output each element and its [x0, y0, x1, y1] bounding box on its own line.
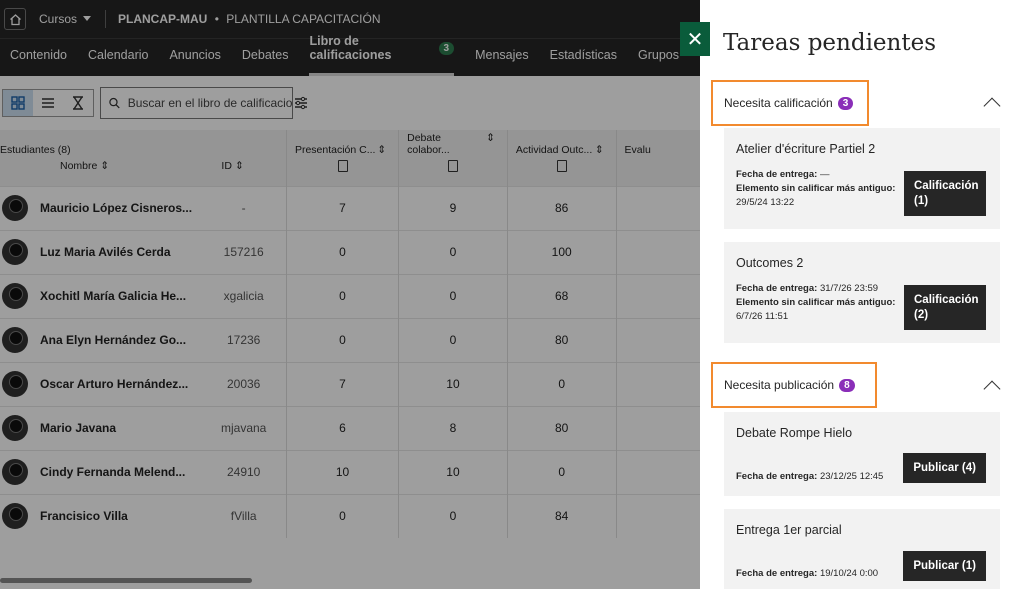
card-title: Entrega 1er parcial — [736, 523, 842, 537]
post-button[interactable]: Publicar (1) — [903, 551, 986, 581]
card-title: Atelier d'écriture Partiel 2 — [736, 142, 876, 156]
chevron-up-icon[interactable] — [983, 380, 1001, 398]
due-label: Fecha de entrega: — [736, 471, 818, 482]
due-date: — — [819, 169, 830, 180]
grade-button[interactable]: Calificación (1) — [904, 171, 986, 216]
oldest-label: Elemento sin calificar más antiguo: — [736, 183, 896, 194]
posting-card-1: Debate Rompe Hielo Fecha de entrega: 23/… — [724, 412, 1000, 496]
oldest-label: Elemento sin calificar más antiguo: — [736, 297, 896, 308]
close-panel-button[interactable]: ✕ — [680, 22, 710, 56]
grading-card-2: Outcomes 2 Fecha de entrega: 31/7/26 23:… — [724, 242, 1000, 343]
card-title: Debate Rompe Hielo — [736, 426, 853, 440]
needs-grading-section-header[interactable]: Necesita calificación 3 — [711, 80, 869, 126]
due-date: 31/7/26 23:59 — [819, 283, 879, 294]
needs-posting-section-header[interactable]: Necesita publicación 8 — [711, 362, 877, 408]
section-label: Necesita publicación — [724, 378, 835, 392]
section-label: Necesita calificación — [724, 96, 833, 110]
due-date: 23/12/25 12:45 — [819, 471, 884, 482]
posting-card-2: Entrega 1er parcial Fecha de entrega: 19… — [724, 509, 1000, 589]
card-title: Outcomes 2 — [736, 256, 804, 270]
pending-tasks-panel: Tareas pendientes Necesita calificación … — [700, 0, 1024, 589]
count-badge: 8 — [839, 378, 855, 392]
count-badge: 3 — [837, 96, 854, 110]
modal-overlay[interactable] — [0, 0, 700, 589]
due-date: 19/10/24 0:00 — [819, 568, 879, 579]
due-label: Fecha de entrega: — [736, 283, 818, 294]
post-button[interactable]: Publicar (4) — [903, 453, 986, 483]
chevron-up-icon[interactable] — [983, 97, 1001, 115]
due-label: Fecha de entrega: — [736, 568, 818, 579]
grading-card-1: Atelier d'écriture Partiel 2 Fecha de en… — [724, 128, 1000, 229]
grade-button[interactable]: Calificación (2) — [904, 285, 986, 330]
due-label: Fecha de entrega: — [736, 169, 818, 180]
panel-title: Tareas pendientes — [723, 30, 937, 56]
